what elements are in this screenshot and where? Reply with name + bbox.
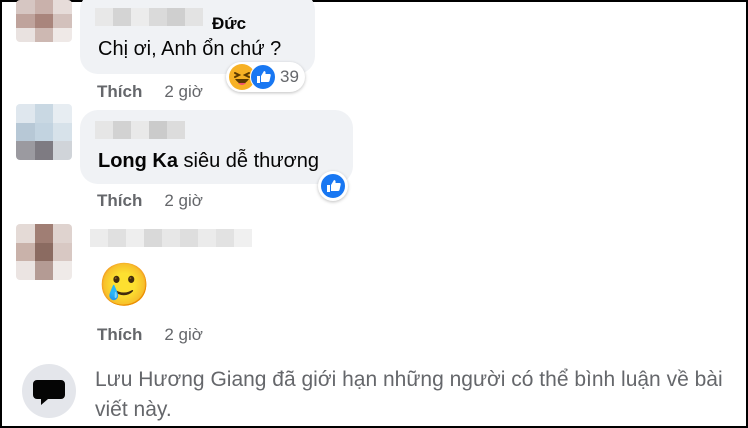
like-link[interactable]: Thích xyxy=(97,325,142,344)
comment-actions: Thích 2 giờ xyxy=(97,82,203,102)
avatar[interactable] xyxy=(16,0,72,42)
emoji-comment: 🥲 xyxy=(98,261,151,308)
comment-body: siêu dễ thương xyxy=(178,150,320,172)
comment-author-name[interactable]: Đức xyxy=(212,14,246,34)
comment-timestamp[interactable]: 2 giờ xyxy=(164,325,203,344)
comment-timestamp[interactable]: 2 giờ xyxy=(164,82,203,101)
like-link[interactable]: Thích xyxy=(97,82,142,101)
blurred-author-name xyxy=(95,121,185,139)
blurred-author-name xyxy=(95,8,203,26)
speech-bubble-icon xyxy=(33,380,65,405)
reaction-summary[interactable] xyxy=(318,171,348,201)
avatar[interactable] xyxy=(16,224,72,280)
comment-restriction-notice: Lưu Hương Giang đã giới hạn những người … xyxy=(95,368,723,421)
comment-actions: Thích 2 giờ xyxy=(97,325,203,345)
mention-tag[interactable]: Long Ka xyxy=(98,150,178,172)
comment-text: Chị ơi, Anh ổn chứ ? xyxy=(98,38,282,60)
avatar[interactable] xyxy=(16,104,72,160)
comment-actions: Thích 2 giờ xyxy=(97,191,203,211)
reaction-count: 39 xyxy=(280,67,299,86)
comment-timestamp[interactable]: 2 giờ xyxy=(164,191,203,210)
reaction-summary[interactable]: 39 xyxy=(226,62,305,92)
comment-text: Long Ka siêu dễ thương xyxy=(98,150,319,173)
like-link[interactable]: Thích xyxy=(97,191,142,210)
thumbs-up-icon xyxy=(320,173,346,199)
notice-icon-circle xyxy=(22,364,76,418)
blurred-author-name xyxy=(90,229,252,247)
thumbs-up-icon xyxy=(250,64,276,90)
